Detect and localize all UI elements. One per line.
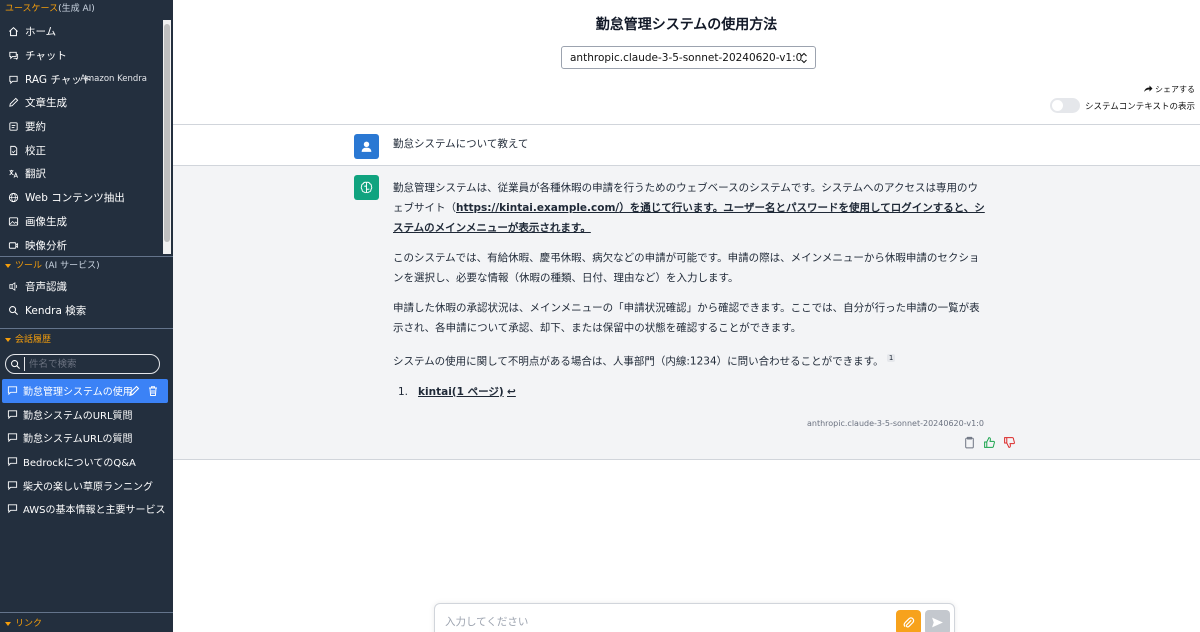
chat-bubble-icon [7, 456, 18, 467]
paperclip-icon [903, 617, 915, 628]
sidebar-item-text-generation[interactable]: 文章生成 [0, 91, 163, 115]
thumbs-up-icon[interactable] [983, 434, 996, 453]
history-item[interactable]: 柴犬の楽しい草原ランニング [0, 473, 168, 497]
system-context-toggle-row: システムコンテキストの表示 [1050, 98, 1195, 113]
share-arrow-icon [1143, 84, 1153, 95]
assistant-message-body: 勤怠管理システムは、従業員が各種休暇の申請を行うためのウェブベースのシステムです… [393, 178, 985, 402]
edit-icon[interactable] [128, 385, 140, 397]
summary-icon [7, 121, 19, 133]
usecase-list: ホーム チャット RAG チャット Amazon Kendra 文章生成 要約 … [0, 20, 163, 252]
rag-chat-icon [7, 73, 19, 85]
response-model-label: anthropic.claude-3-5-sonnet-20240620-v1:… [806, 419, 984, 428]
usecase-section-header[interactable]: ユースケース(生成 AI) [0, 0, 173, 18]
links-section-header[interactable]: リンク [0, 615, 47, 632]
history-item[interactable]: BedrockについてのQ&A [0, 450, 168, 474]
chat-bubble-icon [7, 480, 18, 491]
sidebar-item-transcribe[interactable]: 音声認識 [0, 275, 173, 299]
reference-list: 1. kintai(1 ページ) ↩ [393, 382, 985, 402]
sidebar-item-proofread[interactable]: 校正 [0, 138, 163, 162]
assistant-message: 勤怠管理システムは、従業員が各種休暇の申請を行うためのウェブベースのシステムです… [173, 166, 1200, 460]
chat-bubble-icon [7, 432, 18, 443]
divider [0, 328, 173, 329]
chat-bubble-icon [7, 503, 18, 514]
history-list: 勤怠管理システムの使用 勤怠システムのURL質問 勤怠システムURLの質問 Be… [0, 379, 173, 521]
sidebar-item-summary[interactable]: 要約 [0, 115, 163, 139]
scrollbar-thumb[interactable] [164, 24, 170, 242]
history-item[interactable]: 勤怠システムのURL質問 [0, 403, 168, 427]
history-section-header[interactable]: 会話履歴 [0, 331, 56, 349]
history-search [5, 354, 160, 374]
feedback-actions [963, 434, 1016, 453]
footnote-ref[interactable]: 1 [886, 354, 896, 362]
chat-bubble-icon [7, 385, 18, 396]
search-icon [7, 305, 19, 317]
answer-paragraph: 勤怠管理システムは、従業員が各種休暇の申請を行うためのウェブベースのシステムです… [393, 182, 985, 234]
main-content: 勤怠管理システムの使用方法 anthropic.claude-3-5-sonne… [173, 0, 1200, 632]
bot-avatar [354, 175, 379, 200]
reference-item: 1. kintai(1 ページ) ↩ [398, 385, 516, 398]
video-icon [7, 239, 19, 251]
rag-source-label: Amazon Kendra [80, 74, 147, 85]
sidebar-item-chat[interactable]: チャット [0, 44, 163, 68]
search-icon [11, 359, 21, 369]
image-icon [7, 215, 19, 227]
chat-bubble-icon [7, 409, 18, 420]
answer-paragraph: このシステムでは、有給休暇、慶弔休暇、病欠などの申請が可能です。申請の際は、メイ… [393, 252, 980, 284]
reference-link[interactable]: kintai(1 ページ) [418, 386, 504, 398]
chat-input-container [434, 603, 955, 632]
caret-down-icon [5, 337, 11, 342]
sidebar-item-home[interactable]: ホーム [0, 20, 163, 44]
sidebar: ユースケース(生成 AI) ホーム チャット RAG チャット Amazon K… [0, 0, 173, 632]
kintai-url-link[interactable]: https://kintai.example.com/ [456, 202, 619, 214]
user-icon [361, 141, 372, 152]
page-title: 勤怠管理システムの使用方法 [595, 17, 778, 33]
sidebar-item-rag-chat[interactable]: RAG チャット Amazon Kendra [0, 67, 163, 91]
user-avatar [354, 134, 379, 159]
share-button[interactable]: シェアする [1143, 84, 1195, 95]
history-item[interactable]: AWSの基本情報と主要サービス [0, 497, 168, 521]
attach-button[interactable] [896, 610, 921, 632]
chat-input[interactable] [445, 614, 885, 632]
user-message-text: 勤怠システムについて教えて [393, 138, 529, 150]
home-icon [7, 26, 19, 38]
chevron-updown-icon [800, 51, 808, 68]
translate-icon [7, 168, 19, 180]
model-select-value: anthropic.claude-3-5-sonnet-20240620-v1:… [570, 51, 803, 64]
sidebar-item-translate[interactable]: 翻訳 [0, 162, 163, 186]
proofread-icon [7, 144, 19, 156]
sidebar-item-image-generation[interactable]: 画像生成 [0, 210, 163, 234]
history-item-active[interactable]: 勤怠管理システムの使用 [2, 379, 168, 403]
copy-icon[interactable] [963, 434, 976, 453]
brain-icon [360, 181, 373, 194]
history-item[interactable]: 勤怠システムURLの質問 [0, 426, 168, 450]
user-message: 勤怠システムについて教えて [173, 124, 1200, 166]
sidebar-item-kendra-search[interactable]: Kendra 検索 [0, 299, 173, 323]
tools-list: 音声認識 Kendra 検索 [0, 275, 173, 322]
system-context-toggle[interactable] [1050, 98, 1080, 113]
caret-down-icon [5, 263, 11, 268]
answer-paragraph: システムの使用に関して不明点がある場合は、人事部門（内線:1234）に問い合わせ… [393, 354, 896, 368]
sidebar-scrollbar[interactable] [163, 20, 171, 254]
send-button[interactable] [925, 610, 950, 632]
answer-paragraph: 申請した休暇の承認状況は、メインメニューの「申請状況確認」から確認できます。ここ… [393, 302, 980, 334]
system-context-label: システムコンテキストの表示 [1085, 101, 1195, 112]
tools-section-header[interactable]: ツール (AI サービス) [0, 257, 105, 275]
divider [0, 612, 173, 613]
send-icon [932, 617, 943, 628]
toggle-knob [1052, 100, 1063, 111]
thumbs-down-icon[interactable] [1003, 434, 1016, 453]
history-search-input[interactable] [24, 357, 154, 371]
footnote-back-link[interactable]: ↩ [507, 386, 516, 398]
sidebar-item-web-extract[interactable]: Web コンテンツ抽出 [0, 186, 163, 210]
chat-icon [7, 50, 19, 62]
caret-down-icon [5, 621, 11, 626]
model-select[interactable]: anthropic.claude-3-5-sonnet-20240620-v1:… [561, 46, 816, 69]
microphone-icon [7, 281, 19, 293]
globe-icon [7, 192, 19, 204]
trash-icon[interactable] [147, 385, 159, 397]
sidebar-item-video-analysis[interactable]: 映像分析 [0, 233, 163, 252]
pencil-icon [7, 97, 19, 109]
